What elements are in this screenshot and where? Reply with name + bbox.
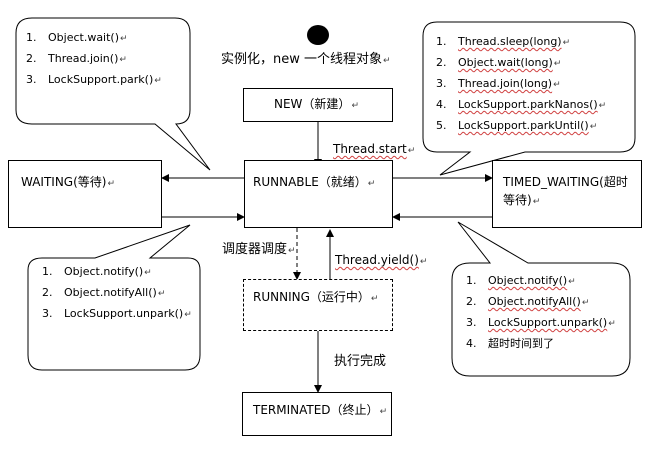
list-item: 2. Object.notifyAll()↵ bbox=[42, 286, 166, 299]
start-node bbox=[307, 25, 329, 45]
list-item: 2. Object.notifyAll()↵ bbox=[466, 295, 590, 308]
state-timed-waiting-line1: TIMED_WAITING(超时 bbox=[503, 175, 628, 189]
state-new-label: NEW（新建） bbox=[274, 97, 351, 111]
list-item: 4. 超时时间到了 bbox=[466, 337, 554, 350]
state-terminated-label: TERMINATED（终止） bbox=[253, 403, 379, 417]
list-item: 1. Object.notify()↵ bbox=[42, 265, 152, 278]
edge-label-scheduler: 调度器调度↵ bbox=[222, 242, 296, 257]
list-item: 3. Thread.join(long)↵ bbox=[436, 77, 561, 90]
list-item: 5. LockSupport.parkUntil()↵ bbox=[436, 119, 598, 132]
edge-label-thread-yield: Thread.yield()↵ bbox=[335, 253, 428, 267]
list-item: 2. Object.wait(long)↵ bbox=[436, 56, 562, 69]
start-label: 实例化，new 一个线程对象↵ bbox=[221, 52, 391, 67]
state-terminated: TERMINATED（终止）↵ bbox=[242, 392, 392, 436]
state-running: RUNNING（运行中）↵ bbox=[243, 279, 393, 331]
list-item: 3. LockSupport.park()↵ bbox=[26, 73, 162, 86]
note-waiting-enter: 1. Object.wait()↵ 2. Thread.join()↵ 3. Lock… bbox=[26, 28, 162, 91]
list-item: 3. LockSupport.unpark()↵ bbox=[466, 316, 616, 329]
state-timed-waiting: TIMED_WAITING(超时 等待)↵ bbox=[492, 160, 642, 228]
list-item: 4. LockSupport.parkNanos()↵ bbox=[436, 98, 607, 111]
edge-label-execution-done: 执行完成 bbox=[334, 354, 387, 369]
list-item: 3. LockSupport.unpark()↵ bbox=[42, 307, 192, 320]
state-waiting: WAITING(等待)↵ bbox=[8, 160, 162, 228]
state-new: NEW（新建）↵ bbox=[243, 88, 393, 122]
list-item: 1. Object.wait()↵ bbox=[26, 31, 128, 44]
state-timed-waiting-line2: 等待) bbox=[503, 193, 532, 207]
list-item: 1. Object.notify()↵ bbox=[466, 274, 576, 287]
note-waiting-exit: 1. Object.notify()↵ 2. Object.notifyAll()↵… bbox=[42, 262, 192, 325]
state-waiting-label: WAITING(等待) bbox=[21, 175, 107, 189]
state-running-label: RUNNING（运行中） bbox=[253, 290, 370, 304]
list-item: 1. Thread.sleep(long)↵ bbox=[436, 35, 571, 48]
note-timed-enter: 1. Thread.sleep(long)↵ 2. Object.wait(long… bbox=[436, 32, 606, 137]
edge-label-thread-start: Thread.start↵ bbox=[333, 142, 416, 156]
list-item: 2. Thread.join()↵ bbox=[26, 52, 127, 65]
state-runnable-label: RUNNABLE（就绪） bbox=[253, 175, 367, 189]
note-timed-exit: 1. Object.notify()↵ 2. Object.notifyAll()↵… bbox=[466, 271, 616, 354]
state-runnable: RUNNABLE（就绪）↵ bbox=[244, 160, 393, 228]
